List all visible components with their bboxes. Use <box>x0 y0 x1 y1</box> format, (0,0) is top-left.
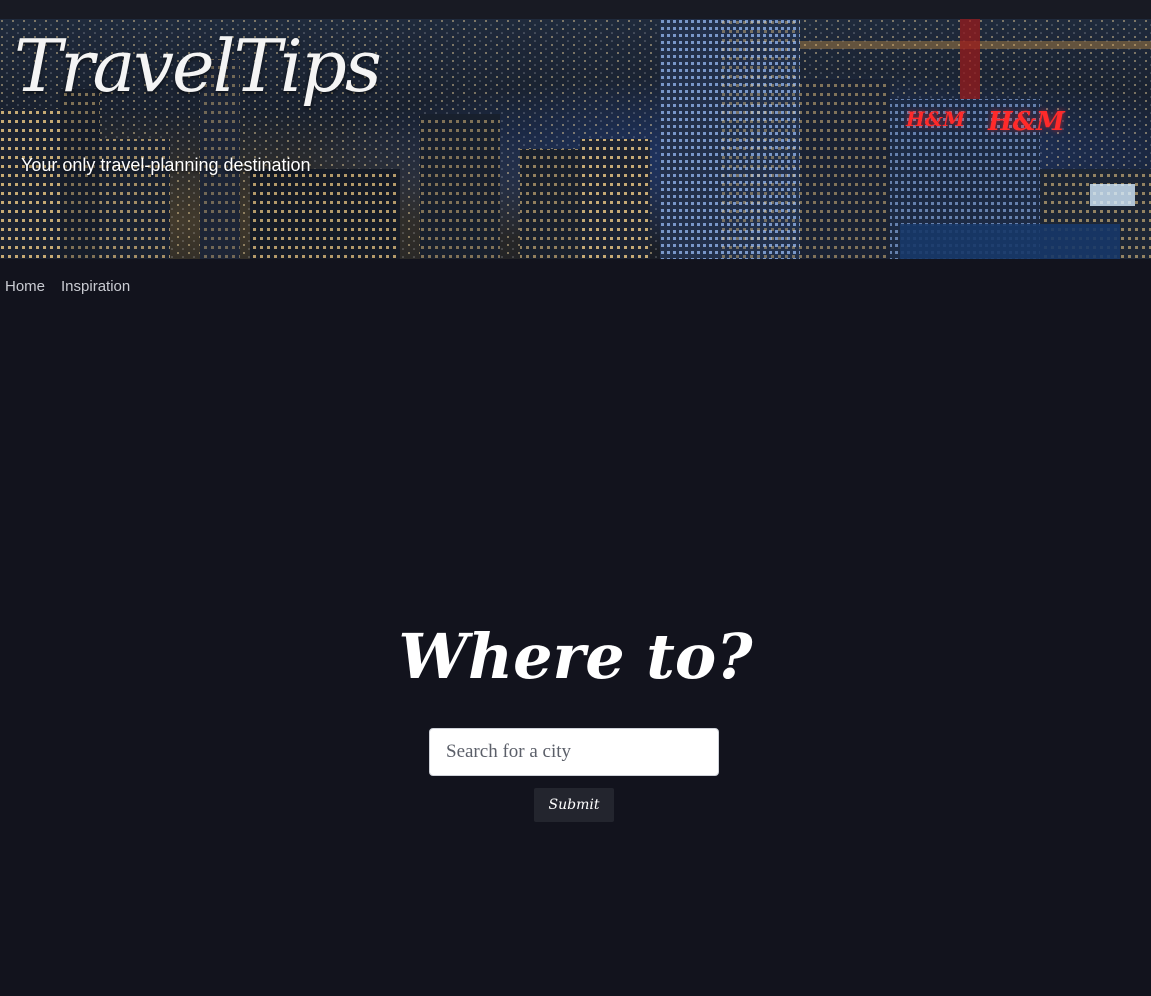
nav-item-inspiration[interactable]: Inspiration <box>61 276 130 298</box>
city-search-input[interactable] <box>429 728 719 776</box>
top-strip <box>0 0 1151 19</box>
hm-sign: H&M <box>906 107 966 131</box>
hero-banner: TravelTips Your only travel-planning des… <box>0 19 1151 259</box>
nav-item-home[interactable]: Home <box>5 276 45 298</box>
hm-sign: H&M <box>988 107 1065 137</box>
tagline: Your only travel-planning destination <box>21 155 311 175</box>
submit-button[interactable]: Submit <box>534 788 614 822</box>
brand-logo[interactable]: TravelTips <box>14 21 382 111</box>
page-title: Where to? <box>398 620 753 693</box>
main-nav: Home Inspiration <box>5 276 130 298</box>
